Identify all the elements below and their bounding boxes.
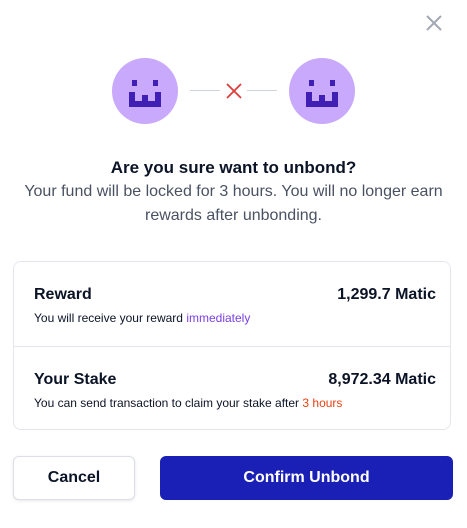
stake-label: Your Stake — [34, 371, 117, 388]
close-button[interactable] — [423, 12, 445, 34]
dialog-subtitle: Your fund will be locked for 3 hours. Yo… — [24, 183, 443, 224]
stake-note-highlight: 3 hours — [302, 396, 343, 410]
reward-row: Reward 1,299.7 Matic You will receive yo… — [14, 262, 450, 347]
unbond-graphic — [0, 58, 467, 126]
stake-row: Your Stake 8,972.34 Matic You can send t… — [14, 347, 450, 431]
reward-note: You will receive your reward immediately — [34, 311, 250, 325]
stake-note-text: You can send transaction to claim your s… — [34, 396, 300, 410]
connection-line-right — [247, 90, 277, 91]
unbond-summary-card: Reward 1,299.7 Matic You will receive yo… — [13, 261, 451, 430]
cross-icon — [226, 83, 242, 99]
stake-value: 8,972.34 Matic — [328, 371, 436, 388]
reward-note-highlight: immediately — [186, 311, 251, 325]
reward-label: Reward — [34, 286, 92, 303]
reward-value: 1,299.7 Matic — [337, 286, 436, 303]
cancel-button[interactable]: Cancel — [13, 456, 135, 500]
dialog-title: Are you sure want to unbond? — [110, 158, 357, 177]
reward-note-text: You will receive your reward — [34, 311, 183, 325]
smiley-avatar-icon — [289, 58, 355, 124]
close-icon[interactable] — [423, 12, 445, 34]
stake-note: You can send transaction to claim your s… — [34, 396, 342, 410]
connection-line-left — [190, 90, 220, 91]
confirm-unbond-button[interactable]: Confirm Unbond — [160, 456, 453, 500]
smiley-avatar-icon — [112, 58, 178, 124]
